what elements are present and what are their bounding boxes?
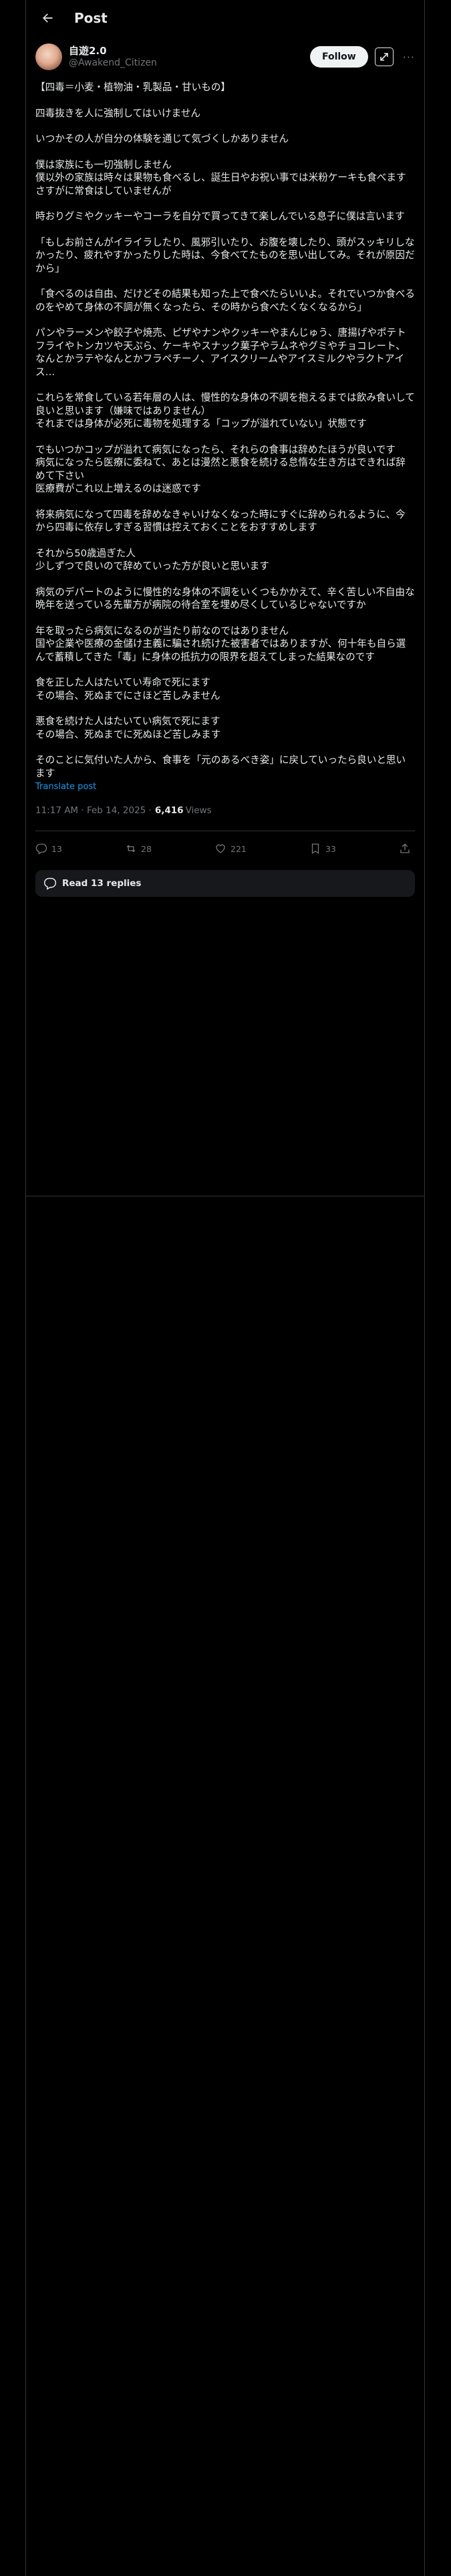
post-paragraph: 食を正した人はたいてい寿命で死にます その場合、死ぬまでにさほど苦しみません (35, 677, 220, 702)
post-paragraph: 「もしお前さんがイライラしたり、風邪引いたり、お腹を壊したり、頭がスッキリしなか… (35, 236, 415, 274)
post-paragraph: 【四毒＝小麦・植物油・乳製品・甘いもの】 (35, 82, 231, 93)
share-button[interactable] (399, 843, 415, 855)
heart-icon (216, 844, 225, 853)
post-meta: 11:17 AM · Feb 14, 2025 · 6,416 Views (26, 792, 424, 821)
follow-button[interactable]: Follow (309, 46, 368, 68)
post-paragraph: 時おりグミやクッキーやコーラを自分で買ってきて楽しんでいる息子に僕は言います (35, 211, 405, 222)
reply-count: 13 (51, 843, 62, 854)
views-label: Views (185, 805, 212, 816)
post-column: Post 自遊2.0 @Awakend_Citizen Follow ··· 【… (25, 0, 425, 2576)
bookmark-button[interactable]: 33 (309, 843, 336, 855)
post-timestamp[interactable]: 11:17 AM · Feb 14, 2025 · (35, 805, 152, 816)
post-paragraph: 「食べるのは自由、だけどその結果も知った上で食べたらいいよ。それでいつか食べるの… (35, 288, 415, 313)
avatar[interactable] (35, 43, 62, 70)
read-replies-button[interactable]: Read 13 replies (35, 870, 415, 897)
post-paragraph: 悪食を続けた人はたいてい病気で死にます その場合、死ぬまでに死ぬほど苦しみます (35, 716, 221, 740)
post-paragraph: パンやラーメンや餃子や焼売、ピザやナンやクッキーやまんじゅう、唐揚げやポテトフラ… (35, 327, 406, 378)
reply-icon (35, 843, 47, 855)
read-replies-label: Read 13 replies (62, 878, 142, 889)
reply-button[interactable]: 13 (35, 843, 62, 855)
more-dots-icon[interactable]: ··· (403, 51, 415, 64)
post-paragraph: それから50歳過ぎた人 少しずつで良いので辞めていった方が良いと思います (35, 547, 269, 572)
post-paragraph: これらを常食している若年層の人は、慢性的な身体の不調を抱えるまでは飲み食いして良… (35, 392, 415, 429)
like-count: 221 (231, 843, 247, 854)
translate-post-link[interactable]: Translate post (26, 782, 424, 792)
author-row: 自遊2.0 @Awakend_Citizen Follow ··· (26, 35, 424, 76)
page-title: Post (74, 9, 108, 26)
post-paragraph: いつかその人が自分の体験を通じて気づくしかありません (35, 133, 289, 144)
bookmark-icon (311, 843, 319, 855)
post-paragraph: そのことに気付いた人から、食事を「元のあるべき姿」に戻していったら良いと思います (35, 754, 406, 779)
post-paragraph: 将来病気になって四毒を辞めなきゃいけなくなった時にすぐに辞められるように、今から… (35, 508, 406, 534)
post-paragraph: 病気のデパートのように慢性的な身体の不調をいくつもかかえて、辛く苦しい不自由な晩… (35, 586, 415, 611)
like-button[interactable]: 221 (214, 843, 247, 855)
action-bar: 13 28 221 33 (26, 831, 424, 866)
views-count: 6,416 (154, 805, 184, 816)
repost-icon (126, 845, 136, 853)
author-names: 自遊2.0 @Awakend_Citizen (69, 45, 157, 69)
page-header: Post (26, 0, 424, 35)
post-paragraph: 年を取ったら病気になるのが当たり前なのではありません 国や企業や医療の金儲け主義… (35, 625, 406, 663)
bookmark-count: 33 (325, 843, 336, 854)
display-name[interactable]: 自遊2.0 (69, 45, 157, 57)
arrow-left-icon (43, 13, 53, 23)
reply-bubble-icon (43, 877, 57, 890)
post-paragraph: 四毒抜きを人に強制してはいけません (35, 107, 200, 119)
post-text: 【四毒＝小麦・植物油・乳製品・甘いもの】 四毒抜きを人に強制してはいけませんいつか… (26, 76, 424, 780)
repost-count: 28 (141, 843, 152, 854)
grok-icon (380, 53, 388, 61)
user-handle[interactable]: @Awakend_Citizen (69, 57, 157, 69)
repost-button[interactable]: 28 (125, 843, 152, 855)
post-paragraph: でもいつかコップが溢れて病気になったら、それらの食事は辞めたほうが良いです 病気… (35, 443, 406, 495)
post-paragraph: 僕は家族にも一切強制しません 僕以外の家族は時々は果物も食べるし、誕生日やお祝い… (35, 158, 406, 197)
grok-button[interactable] (374, 47, 394, 66)
share-icon (400, 843, 410, 853)
back-button[interactable] (35, 6, 59, 30)
